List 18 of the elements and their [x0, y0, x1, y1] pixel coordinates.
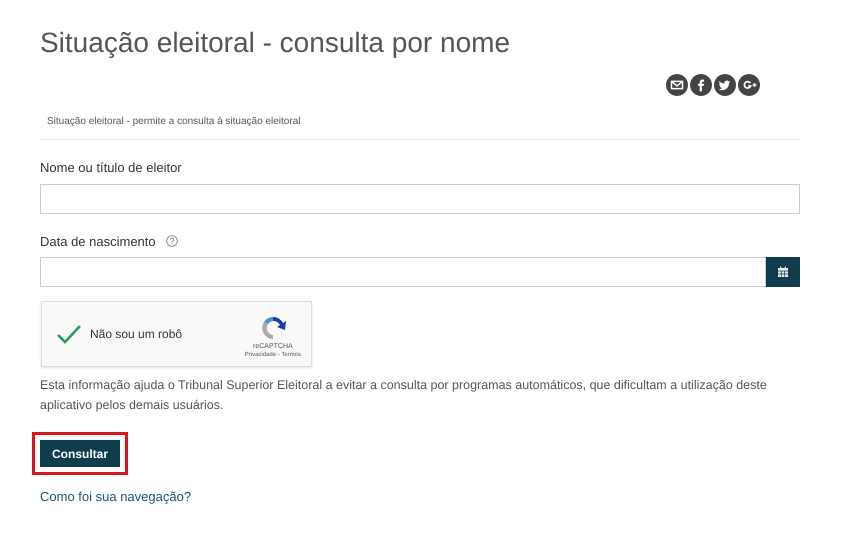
field-label: Nome ou título de eleitor	[40, 159, 182, 177]
calendar-icon	[777, 266, 789, 278]
check-icon	[56, 324, 82, 344]
google-plus-icon[interactable]	[738, 74, 760, 96]
calendar-button[interactable]	[766, 257, 800, 287]
twitter-icon[interactable]	[714, 74, 736, 96]
page-title: Situação eleitoral - consulta por nome	[40, 26, 512, 60]
facebook-icon[interactable]	[690, 74, 712, 96]
info-text: Esta informação ajuda o Tribunal Superior Eleitoral a evitar a consulta por programas automáticos, que dificultam a utilização deste aplicativo pelos demais usuários.	[40, 377, 768, 414]
captcha-label: Não sou um robô	[90, 326, 184, 343]
date-field[interactable]	[40, 257, 766, 287]
field-label: Data de nascimento	[40, 232, 156, 250]
feedback-link[interactable]: Como foi sua navegação?	[40, 489, 192, 504]
submit-button[interactable]: Consultar	[40, 440, 120, 467]
name-field[interactable]	[40, 184, 800, 214]
page-subtitle: Situação eleitoral - permite a consulta à situação eleitoral	[47, 115, 302, 129]
help-icon[interactable]	[166, 235, 178, 248]
email-icon[interactable]	[666, 74, 688, 96]
